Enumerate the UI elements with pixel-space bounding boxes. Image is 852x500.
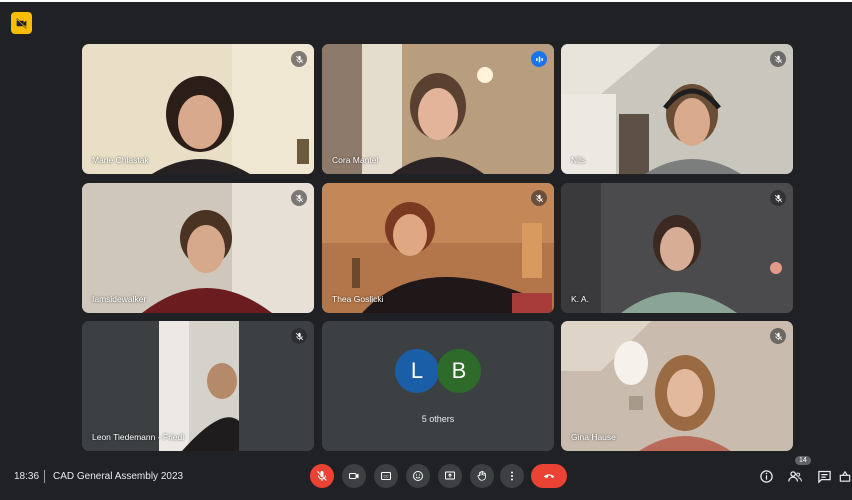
mic-off-indicator (291, 328, 307, 344)
mic-off-icon (774, 55, 782, 63)
window-edge (0, 0, 852, 2)
camera-off-badge[interactable] (11, 12, 32, 34)
captions-icon: CC (381, 472, 391, 480)
svg-text:CC: CC (383, 475, 389, 479)
present-icon (445, 471, 455, 480)
participant-tile[interactable]: Nils (561, 44, 793, 174)
others-tile[interactable]: L B 5 others (322, 321, 554, 451)
mic-off-indicator (291, 190, 307, 206)
participant-name: K. A. (571, 294, 589, 304)
participant-tile[interactable]: Marie Chlastak (82, 44, 314, 174)
mic-off-icon (774, 194, 782, 202)
hangup-icon (543, 474, 555, 479)
camera-icon (349, 473, 359, 479)
chat-button[interactable] (815, 467, 833, 485)
chat-icon (817, 470, 831, 484)
present-button[interactable] (438, 464, 462, 488)
participant-name: Nils (571, 155, 586, 165)
participant-tile[interactable]: K. A. (561, 183, 793, 313)
participant-tile[interactable]: Thea Goslicki (322, 183, 554, 313)
participant-name: Marie Chlastak (92, 155, 149, 165)
participant-name: Leon Tiedemann - Friedl (92, 432, 185, 442)
camera-toggle-button[interactable] (342, 464, 366, 488)
participant-tile[interactable]: Leon Tiedemann - Friedl (82, 321, 314, 451)
mic-off-indicator (770, 190, 786, 206)
more-icon (511, 471, 513, 481)
mic-off-icon (295, 332, 303, 340)
mic-off-icon (317, 471, 327, 481)
mic-off-indicator (291, 51, 307, 67)
participant-tile[interactable]: Iamsidewalker (82, 183, 314, 313)
people-icon (788, 470, 802, 482)
video-feed (561, 183, 793, 313)
mic-toggle-button[interactable] (310, 464, 334, 488)
emoji-icon (413, 471, 423, 481)
bottom-toolbar: 18:36 CAD General Assembly 2023 CC 14 (0, 456, 852, 500)
activities-button[interactable] (838, 467, 852, 485)
divider (44, 470, 45, 483)
raise-hand-icon (477, 470, 486, 481)
info-icon (759, 469, 773, 483)
participant-tile[interactable]: Cora Mantel (322, 44, 554, 174)
mic-off-indicator (770, 328, 786, 344)
avatar: B (437, 349, 481, 393)
meeting-details-button[interactable] (757, 467, 775, 485)
mic-off-indicator (770, 51, 786, 67)
mic-off-icon (535, 194, 543, 202)
participant-name: Gina Hause (571, 432, 616, 442)
raise-hand-button[interactable] (470, 464, 494, 488)
participant-name: Cora Mantel (332, 155, 379, 165)
mic-off-icon (295, 194, 303, 202)
mic-off-icon (295, 55, 303, 63)
reactions-button[interactable] (406, 464, 430, 488)
participant-name: Thea Goslicki (332, 294, 384, 304)
avatar: L (395, 349, 439, 393)
others-count-label: 5 others (421, 414, 455, 424)
people-button[interactable] (786, 467, 804, 485)
audio-wave-icon (535, 56, 543, 62)
captions-button[interactable]: CC (374, 464, 398, 488)
participant-name: Iamsidewalker (92, 294, 147, 304)
participant-count-badge: 14 (795, 456, 811, 465)
meeting-title: CAD General Assembly 2023 (53, 471, 184, 482)
mic-off-indicator (531, 190, 547, 206)
clock: 18:36 (14, 471, 40, 482)
leave-call-button[interactable] (531, 464, 567, 488)
activities-icon (839, 470, 851, 482)
mic-off-icon (774, 332, 782, 340)
video-feed (561, 44, 793, 174)
participant-tile[interactable]: Gina Hause (561, 321, 793, 451)
more-options-button[interactable] (500, 464, 524, 488)
speaking-indicator (531, 51, 547, 67)
camera-off-icon (16, 17, 27, 29)
